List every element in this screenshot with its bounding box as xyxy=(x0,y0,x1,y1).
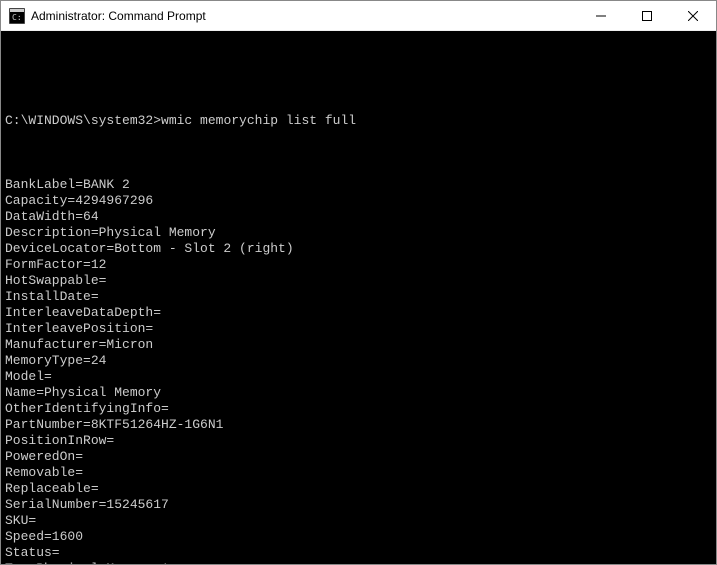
prompt-line: C:\WINDOWS\system32>wmic memorychip list… xyxy=(5,113,712,129)
output-line: Tag=Physical Memory 1 xyxy=(5,561,712,564)
output-line: Name=Physical Memory xyxy=(5,385,712,401)
titlebar[interactable]: C: Administrator: Command Prompt xyxy=(1,1,716,31)
output-line: DeviceLocator=Bottom - Slot 2 (right) xyxy=(5,241,712,257)
output-line: BankLabel=BANK 2 xyxy=(5,177,712,193)
minimize-button[interactable] xyxy=(578,1,624,30)
entered-command: wmic memorychip list full xyxy=(161,113,356,129)
blank-line xyxy=(5,65,712,81)
output-line: InterleaveDataDepth= xyxy=(5,305,712,321)
output-line: PartNumber=8KTF51264HZ-1G6N1 xyxy=(5,417,712,433)
output-line: SerialNumber=15245617 xyxy=(5,497,712,513)
window-controls xyxy=(578,1,716,30)
output-line: InterleavePosition= xyxy=(5,321,712,337)
output-line: HotSwappable= xyxy=(5,273,712,289)
output-line: Status= xyxy=(5,545,712,561)
output-line: Description=Physical Memory xyxy=(5,225,712,241)
svg-text:C:: C: xyxy=(12,13,22,22)
prompt-path: C:\WINDOWS\system32> xyxy=(5,113,161,129)
output-line: DataWidth=64 xyxy=(5,209,712,225)
output-line: Replaceable= xyxy=(5,481,712,497)
output-line: SKU= xyxy=(5,513,712,529)
output-line: Removable= xyxy=(5,465,712,481)
maximize-button[interactable] xyxy=(624,1,670,30)
output-line: PositionInRow= xyxy=(5,433,712,449)
output-line: Model= xyxy=(5,369,712,385)
output-line: Capacity=4294967296 xyxy=(5,193,712,209)
window-title: Administrator: Command Prompt xyxy=(31,9,578,23)
command-prompt-window: C: Administrator: Command Prompt C:\WIND… xyxy=(0,0,717,565)
cmd-icon: C: xyxy=(9,8,25,24)
output-line: Speed=1600 xyxy=(5,529,712,545)
output-line: FormFactor=12 xyxy=(5,257,712,273)
output-line: MemoryType=24 xyxy=(5,353,712,369)
output-line: OtherIdentifyingInfo= xyxy=(5,401,712,417)
close-button[interactable] xyxy=(670,1,716,30)
output-line: InstallDate= xyxy=(5,289,712,305)
console-output-area[interactable]: C:\WINDOWS\system32>wmic memorychip list… xyxy=(1,31,716,564)
output-line: Manufacturer=Micron xyxy=(5,337,712,353)
output-line: PoweredOn= xyxy=(5,449,712,465)
command-output: BankLabel=BANK 2Capacity=4294967296DataW… xyxy=(5,177,712,564)
